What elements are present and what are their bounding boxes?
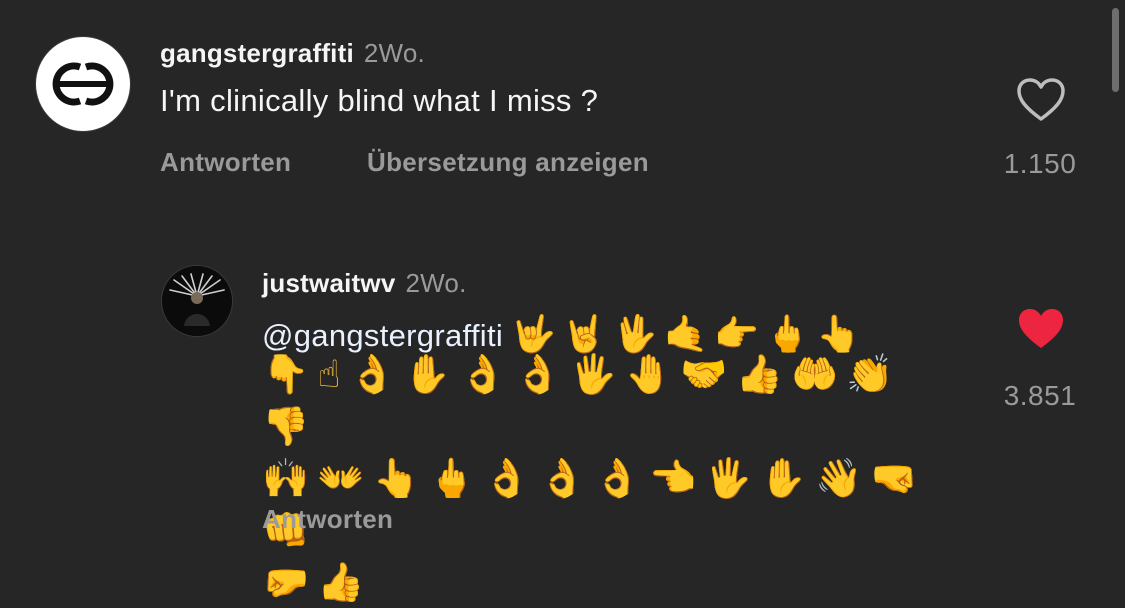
reply-reply-button[interactable]: Antworten — [262, 504, 393, 535]
portrait-avatar-svg — [162, 266, 232, 336]
gg-logo-icon[interactable] — [36, 37, 130, 131]
comment-author[interactable]: gangstergraffiti 2Wo. — [160, 38, 425, 69]
emoji-line: 🤛👍 — [262, 560, 373, 604]
reply-timestamp: 2Wo. — [405, 268, 467, 298]
scrollbar[interactable] — [1112, 8, 1119, 92]
heart-filled-icon[interactable] — [1016, 306, 1066, 352]
reply-author[interactable]: justwaitwv 2Wo. — [262, 268, 467, 299]
comment-timestamp: 2Wo. — [363, 38, 425, 68]
gg-logo-svg — [38, 39, 128, 129]
emoji-line: 👇☝👌✋👌👌🖐🤚🤝👍🤲👏👎 — [262, 352, 902, 448]
comment-username[interactable]: gangstergraffiti — [160, 38, 354, 68]
portrait-avatar-icon[interactable] — [162, 266, 232, 336]
reply-like-count: 3.851 — [1003, 380, 1077, 411]
comment-text: I'm clinically blind what I miss ? — [160, 83, 599, 118]
translate-button[interactable]: Übersetzung anzeigen — [367, 147, 649, 178]
reply-button[interactable]: Antworten — [160, 147, 291, 178]
reply-username[interactable]: justwaitwv — [262, 268, 395, 298]
heart-outline-icon[interactable] — [1016, 77, 1066, 123]
emoji-block: 👇☝👌✋👌👌🖐🤚🤝👍🤲👏👎 🙌👐👆🖕👌👌👌👈🖐✋👋🤜👊 🤛👍 — [262, 348, 942, 608]
comment-like-count: 1.150 — [1003, 148, 1077, 179]
